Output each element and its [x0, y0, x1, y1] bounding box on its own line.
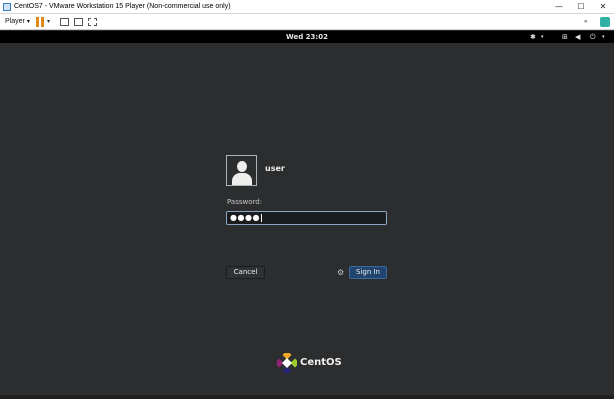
volume-icon[interactable]: ◀: [575, 31, 580, 43]
centos-logo-icon: [277, 353, 297, 373]
pause-icon[interactable]: [36, 17, 44, 27]
unity-mode-icon[interactable]: [88, 18, 97, 26]
text-cursor: [260, 213, 262, 222]
vmware-app-icon: [3, 3, 11, 11]
accessibility-icon[interactable]: ✱: [530, 31, 536, 43]
user-avatar: [226, 155, 257, 186]
vmware-toolbar: Player ▾ ▾ «: [0, 14, 614, 30]
gear-icon[interactable]: ⚙: [337, 267, 344, 278]
send-ctrl-alt-del-icon[interactable]: [60, 18, 69, 26]
minimize-button[interactable]: —: [548, 0, 570, 14]
back-icon[interactable]: «: [584, 14, 587, 30]
chevron-down-icon[interactable]: ▾: [602, 31, 605, 43]
window-title-bar[interactable]: CentOS7 - VMware Workstation 15 Player (…: [0, 0, 614, 14]
password-input[interactable]: ●●●●: [226, 211, 387, 225]
player-menu[interactable]: Player ▾: [5, 14, 30, 30]
power-icon[interactable]: ⏻: [590, 31, 596, 43]
player-menu-label: Player: [5, 18, 25, 25]
avatar-body: [232, 173, 252, 185]
centos-brand-text: CentOS: [300, 357, 342, 368]
centos-logo-center: [282, 358, 292, 368]
notes-icon[interactable]: [600, 17, 610, 27]
window-bottom-border: [0, 395, 614, 399]
password-label: Password:: [227, 198, 263, 206]
chevron-down-icon: ▾: [26, 19, 30, 25]
pause-menu-chevron-icon[interactable]: ▾: [47, 14, 50, 30]
avatar-head: [237, 161, 247, 172]
sign-in-button[interactable]: Sign In: [349, 266, 387, 279]
fit-guest-icon[interactable]: [74, 18, 83, 26]
password-dots: ●●●●: [230, 213, 260, 222]
clock[interactable]: Wed 23:02: [0, 31, 614, 43]
cancel-button[interactable]: Cancel: [226, 266, 265, 279]
username-label: user: [265, 164, 285, 173]
chevron-down-icon[interactable]: ▾: [541, 31, 544, 43]
maximize-button[interactable]: ☐: [570, 0, 592, 14]
gnome-top-panel: Wed 23:02 ✱ ▾ ⊞ ◀ ⏻ ▾: [0, 31, 614, 43]
network-icon[interactable]: ⊞: [562, 31, 568, 43]
window-title: CentOS7 - VMware Workstation 15 Player (…: [14, 3, 231, 10]
close-button[interactable]: ✕: [592, 0, 614, 14]
